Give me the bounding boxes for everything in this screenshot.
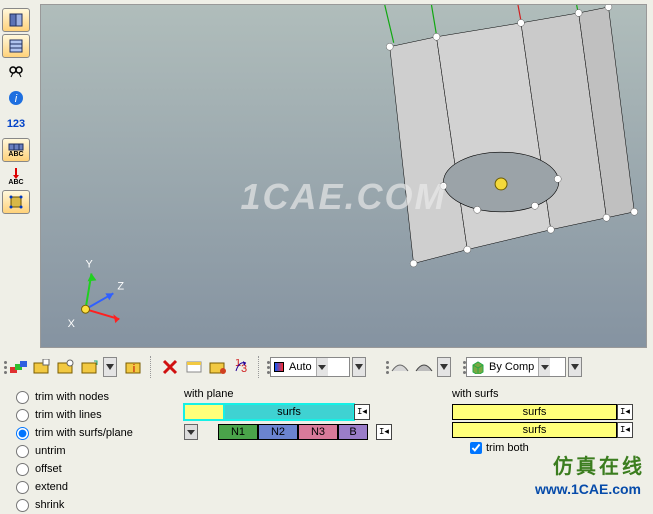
nodes-reset-button[interactable]: I◂ — [376, 424, 392, 440]
brand-url: www.1CAE.com — [535, 481, 641, 497]
card-icon[interactable] — [183, 356, 205, 378]
folder-link-button[interactable] — [55, 356, 77, 378]
collectors-button[interactable] — [7, 356, 29, 378]
with-plane-label: with plane — [184, 388, 234, 400]
svg-text:i: i — [133, 363, 135, 375]
axis-triad: X Y Z — [68, 258, 125, 330]
chevron-down-icon — [538, 358, 550, 376]
radio-trim-with-surfs-plane[interactable]: trim with surfs/plane — [16, 424, 133, 442]
color-mode-combo[interactable]: Auto — [270, 357, 350, 377]
n1-button[interactable]: N1 — [218, 424, 258, 440]
radio-shrink[interactable]: shrink — [16, 496, 133, 514]
svg-text:i: i — [15, 93, 18, 105]
axis-y-label: Y — [86, 258, 94, 270]
color-gradient-icon — [274, 362, 284, 372]
abc-grid-button[interactable]: ABC — [2, 138, 30, 162]
radio-trim-with-lines[interactable]: trim with lines — [16, 406, 133, 424]
delete-button[interactable] — [159, 356, 181, 378]
radio-untrim[interactable]: untrim — [16, 442, 133, 460]
axis-z-label: Z — [117, 280, 124, 292]
trim-mode-radios: trim with nodes trim with lines trim wit… — [16, 388, 133, 514]
auto-label: Auto — [289, 361, 312, 373]
shade-dropdown[interactable] — [437, 357, 451, 377]
shade-mode-1[interactable] — [389, 356, 411, 378]
folder-dropdown[interactable] — [103, 357, 117, 377]
renumber-button[interactable]: 13 — [231, 356, 253, 378]
brand-cn: 仿真在线 — [553, 450, 645, 479]
abc-grid-label: ABC — [8, 151, 23, 158]
separator-icon — [150, 356, 156, 378]
plane-direction-dropdown[interactable] — [184, 424, 198, 440]
watermark: 1CAE.COM — [240, 176, 446, 218]
left-toolbar: i 123 ABC ABC — [2, 8, 34, 216]
n3-button[interactable]: N3 — [298, 424, 338, 440]
surfs-selector-2[interactable]: surfs — [452, 422, 617, 438]
folder-node-button[interactable] — [207, 356, 229, 378]
abc-arrow-label: ABC — [8, 179, 23, 186]
cube-icon — [470, 360, 484, 374]
with-surfs-label: with surfs — [452, 388, 498, 400]
color-options-dropdown[interactable] — [352, 357, 366, 377]
plane-surfs-color[interactable] — [184, 404, 224, 420]
surfs1-reset-button[interactable]: I◂ — [617, 404, 633, 420]
numbers-label: 123 — [7, 118, 25, 130]
shade-mode-2[interactable] — [413, 356, 435, 378]
b-button[interactable]: B — [338, 424, 368, 440]
plane-surfs-selector[interactable]: surfs — [224, 404, 354, 420]
radio-trim-with-nodes[interactable]: trim with nodes — [16, 388, 133, 406]
mid-toolbar: i 13 Auto By Comp — [4, 352, 647, 382]
radio-offset[interactable]: offset — [16, 460, 133, 478]
3d-viewport[interactable]: X Y Z 1CAE.COM — [40, 4, 647, 348]
abc-arrow-button[interactable]: ABC — [2, 164, 30, 188]
info-button[interactable]: i — [2, 86, 30, 110]
separator-icon — [258, 356, 264, 378]
bycomp-label: By Comp — [489, 361, 534, 373]
folder-tree-button[interactable] — [79, 356, 101, 378]
plane-reset-button[interactable]: I◂ — [354, 404, 370, 420]
radio-extend[interactable]: extend — [16, 478, 133, 496]
view-perspective-button[interactable] — [2, 8, 30, 32]
find-button[interactable] — [2, 60, 30, 84]
trim-both-label: trim both — [486, 442, 529, 454]
n2-button[interactable]: N2 — [258, 424, 298, 440]
numbers-button[interactable]: 123 — [2, 112, 30, 136]
folder-info-button[interactable]: i — [123, 356, 145, 378]
folder-add-button[interactable] — [31, 356, 53, 378]
bycomp-combo[interactable]: By Comp — [466, 357, 566, 377]
axis-x-label: X — [68, 318, 76, 330]
transform-button[interactable] — [2, 190, 30, 214]
view-wireframe-button[interactable] — [2, 34, 30, 58]
bycomp-options-dropdown[interactable] — [568, 357, 582, 377]
chevron-down-icon — [316, 358, 328, 376]
surfs-selector-1[interactable]: surfs — [452, 404, 617, 420]
surfs2-reset-button[interactable]: I◂ — [617, 422, 633, 438]
trim-both-checkbox[interactable]: trim both — [470, 442, 529, 454]
